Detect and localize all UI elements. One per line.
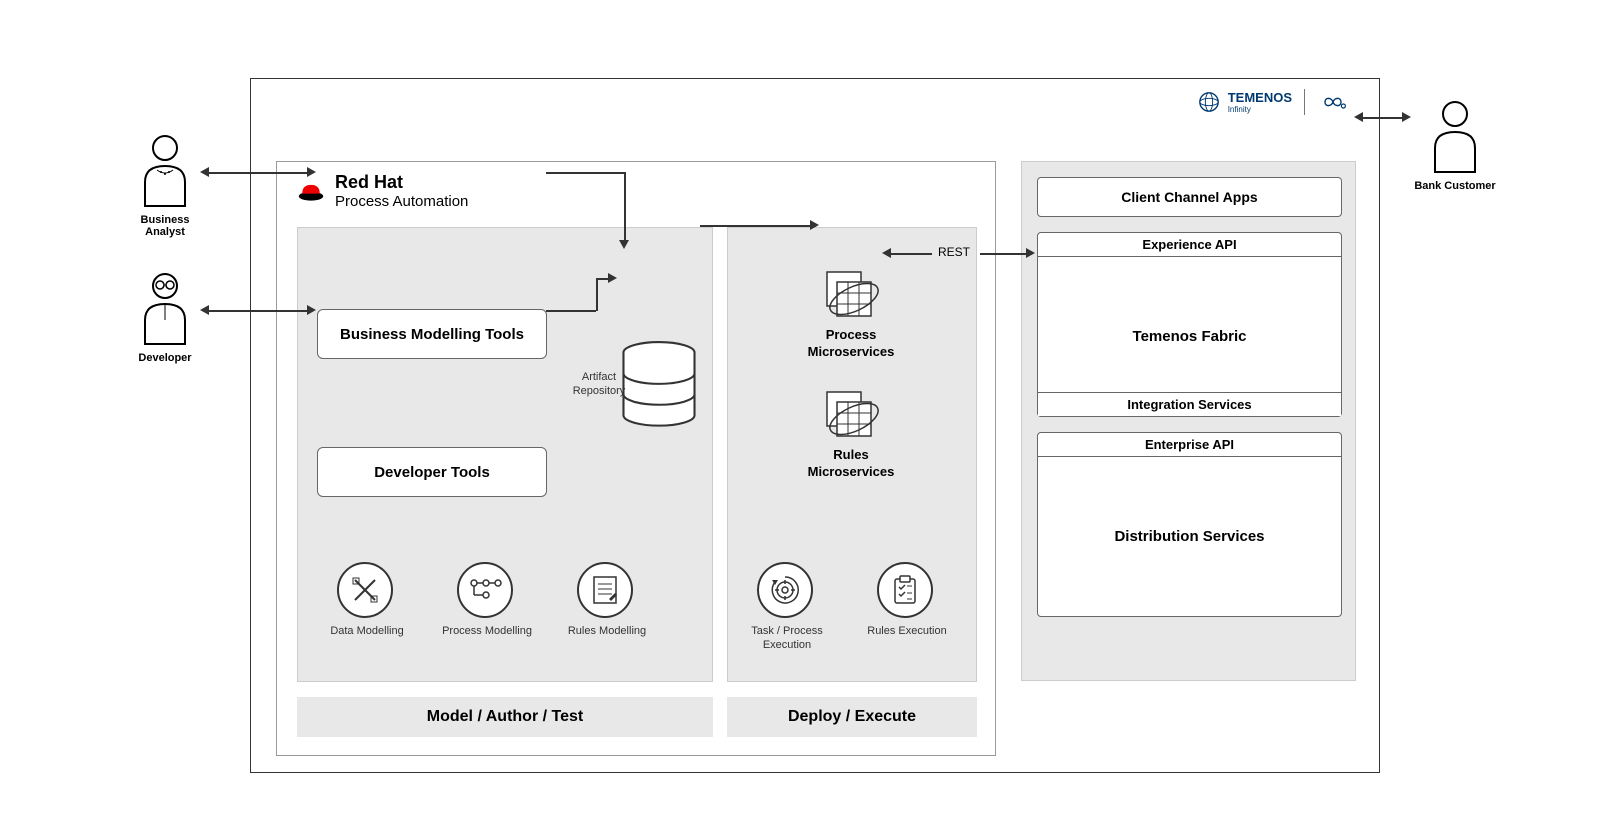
person-icon <box>1425 98 1485 174</box>
arrow <box>546 310 596 312</box>
person-icon <box>135 132 195 208</box>
developer-tools-box: Developer Tools <box>317 447 547 497</box>
artifact-repository-label: Artifact Repository <box>569 370 629 399</box>
rules-microservices-icon <box>822 387 886 445</box>
business-analyst-actor: Business Analyst <box>120 132 210 238</box>
data-modelling-icon <box>337 562 393 618</box>
arrow-head-icon <box>307 167 316 177</box>
person-icon <box>135 270 195 346</box>
arrow <box>546 172 624 174</box>
business-modelling-tools-box: Business Modelling Tools <box>317 309 547 359</box>
arrow-head-icon <box>200 305 209 315</box>
arrow <box>1362 117 1404 119</box>
rules-execution-label: Rules Execution <box>857 624 957 638</box>
redhat-brand: Red Hat <box>335 172 468 193</box>
developer-actor: Developer <box>120 270 210 364</box>
bank-customer-label: Bank Customer <box>1414 180 1495 192</box>
task-process-execution-label: Task / Process Execution <box>737 624 837 653</box>
arrow <box>980 253 1028 255</box>
arrow-head-icon <box>1402 112 1411 122</box>
infinity-icon <box>1317 91 1349 113</box>
rules-microservices-label: Rules Microservices <box>791 447 911 481</box>
temenos-logo: TEMENOS Infinity <box>1198 89 1349 115</box>
business-analyst-label: Business Analyst <box>120 214 210 238</box>
data-modelling-label: Data Modelling <box>317 624 417 638</box>
arrow <box>890 253 932 255</box>
distribution-services-box: Enterprise API Distribution Services <box>1037 432 1342 617</box>
bank-customer-actor: Bank Customer <box>1410 98 1500 192</box>
rules-execution-icon <box>877 562 933 618</box>
arrow-head-icon <box>1354 112 1363 122</box>
phase-deploy-label: Deploy / Execute <box>727 697 977 737</box>
rules-modelling-icon <box>577 562 633 618</box>
distribution-services-label: Distribution Services <box>1114 457 1264 616</box>
logo-separator <box>1304 89 1305 115</box>
rest-label: REST <box>938 245 970 259</box>
process-modelling-icon <box>457 562 513 618</box>
arrow-head-icon <box>608 273 617 283</box>
integration-services-header: Integration Services <box>1038 392 1341 416</box>
process-microservices-label: Process Microservices <box>791 327 911 361</box>
temenos-name: TEMENOS <box>1228 90 1292 105</box>
developer-label: Developer <box>138 352 191 364</box>
redhat-icon <box>297 180 325 202</box>
system-frame: TEMENOS Infinity Red Hat Process Automat… <box>250 78 1380 773</box>
database-icon <box>617 340 701 434</box>
arrow-head-icon <box>200 167 209 177</box>
arrow <box>596 278 598 311</box>
arrow-head-icon <box>882 248 891 258</box>
redhat-product: Process Automation <box>335 193 468 210</box>
process-modelling-label: Process Modelling <box>437 624 537 638</box>
temenos-fabric-box: Experience API Temenos Fabric Integratio… <box>1037 232 1342 417</box>
client-channel-apps-box: Client Channel Apps <box>1037 177 1342 217</box>
arrow-head-icon <box>307 305 316 315</box>
rules-modelling-label: Rules Modelling <box>557 624 657 638</box>
arrow-head-icon <box>1026 248 1035 258</box>
temenos-panel: Client Channel Apps Experience API Temen… <box>1021 161 1356 681</box>
arrow <box>700 225 810 227</box>
globe-icon <box>1198 91 1220 113</box>
enterprise-api-header: Enterprise API <box>1038 433 1341 457</box>
arrow-head-icon <box>619 240 629 249</box>
arrow <box>624 172 626 242</box>
experience-api-header: Experience API <box>1038 233 1341 257</box>
arrow <box>208 310 308 312</box>
temenos-sub: Infinity <box>1228 105 1292 114</box>
process-microservices-icon <box>822 267 886 325</box>
task-process-execution-icon <box>757 562 813 618</box>
arrow <box>208 172 308 174</box>
phase-model-label: Model / Author / Test <box>297 697 713 737</box>
arrow-head-icon <box>810 220 819 230</box>
redhat-title: Red Hat Process Automation <box>297 172 468 210</box>
